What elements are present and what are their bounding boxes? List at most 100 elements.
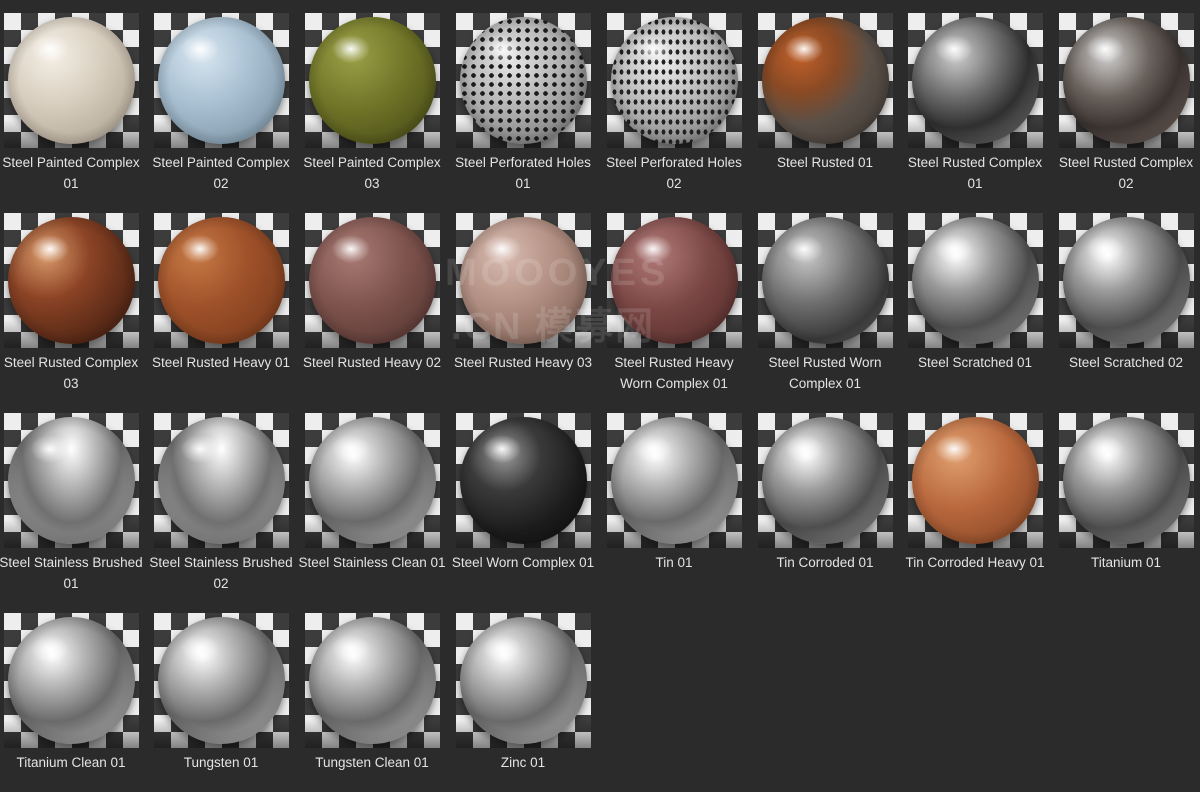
material-tile[interactable]: Zinc 01	[452, 600, 602, 792]
material-thumbnail[interactable]	[4, 413, 139, 548]
material-thumbnail[interactable]	[1059, 413, 1194, 548]
material-tile[interactable]: Steel Stainless Clean 01	[298, 400, 451, 600]
material-name-label: Steel Rusted Complex 02	[1058, 155, 1194, 191]
material-name-label: Titanium 01	[1090, 555, 1162, 570]
material-sphere-preview	[460, 417, 587, 544]
material-thumbnail[interactable]	[305, 413, 440, 548]
material-tile[interactable]: Steel Rusted Worn Complex 01	[754, 200, 904, 400]
material-tile[interactable]: Steel Rusted Complex 01	[904, 0, 1054, 200]
material-thumbnail[interactable]	[4, 213, 139, 348]
material-thumbnail[interactable]	[908, 213, 1043, 348]
material-sphere-preview	[158, 617, 285, 744]
material-name-label: Tin Corroded 01	[776, 555, 874, 570]
material-tile[interactable]: Steel Perforated Holes 01	[452, 0, 602, 200]
material-sphere-preview	[309, 617, 436, 744]
material-thumbnail[interactable]	[758, 13, 893, 148]
material-sphere-preview	[8, 17, 135, 144]
material-thumbnail[interactable]	[758, 213, 893, 348]
material-sphere-preview	[1063, 417, 1190, 544]
material-tile[interactable]: Steel Painted Complex 03	[301, 0, 451, 200]
material-tile[interactable]: Tungsten 01	[150, 600, 300, 792]
material-thumbnail[interactable]	[305, 213, 440, 348]
material-sphere-preview	[460, 17, 587, 144]
material-tile[interactable]: Steel Rusted Heavy 02	[301, 200, 451, 400]
material-thumbnail[interactable]	[1059, 213, 1194, 348]
material-sphere-preview	[611, 217, 738, 344]
material-tile[interactable]: Steel Rusted Complex 03	[0, 200, 150, 400]
material-thumbnail[interactable]	[758, 413, 893, 548]
material-sphere-preview	[8, 217, 135, 344]
material-name-label: Steel Rusted Heavy 03	[453, 355, 593, 370]
material-thumbnail[interactable]	[607, 213, 742, 348]
material-name-label: Steel Worn Complex 01	[451, 555, 595, 570]
material-tile[interactable]: Steel Stainless Brushed 01	[0, 400, 150, 600]
material-tile[interactable]: Steel Scratched 02	[1055, 200, 1200, 400]
material-thumbnail[interactable]	[456, 613, 591, 748]
material-name-label: Titanium Clean 01	[16, 755, 126, 770]
material-name-label: Steel Painted Complex 02	[152, 155, 290, 191]
material-thumbnail[interactable]	[4, 613, 139, 748]
material-tile[interactable]: Steel Perforated Holes 02	[603, 0, 753, 200]
material-name-label: Zinc 01	[500, 755, 546, 770]
material-sphere-preview	[158, 217, 285, 344]
material-name-label: Steel Rusted Complex 01	[907, 155, 1043, 191]
material-sphere-preview	[8, 417, 135, 544]
material-name-label: Tin Corroded Heavy 01	[905, 555, 1045, 570]
material-tile[interactable]: Tin Corroded 01	[754, 400, 904, 600]
material-sphere-preview	[8, 617, 135, 744]
material-tile[interactable]: Titanium 01	[1055, 400, 1200, 600]
material-thumbnail[interactable]	[4, 13, 139, 148]
material-thumbnail[interactable]	[908, 413, 1043, 548]
material-tile[interactable]: Steel Rusted Heavy Worn Complex 01	[603, 200, 753, 400]
material-sphere-preview	[912, 17, 1039, 144]
material-thumbnail[interactable]	[154, 613, 289, 748]
material-tile[interactable]: Steel Rusted Heavy 01	[150, 200, 300, 400]
material-tile[interactable]: Tungsten Clean 01	[301, 600, 451, 792]
material-tile[interactable]: Tin 01	[603, 400, 753, 600]
material-name-label: Steel Stainless Brushed 01	[0, 555, 143, 591]
material-tile[interactable]: Tin Corroded Heavy 01	[904, 400, 1054, 600]
material-name-label: Steel Stainless Brushed 02	[149, 555, 293, 591]
material-name-label: Steel Rusted Worn Complex 01	[768, 355, 882, 391]
material-sphere-preview	[611, 417, 738, 544]
material-tile[interactable]: Steel Stainless Brushed 02	[149, 400, 300, 600]
material-sphere-preview	[1063, 17, 1190, 144]
material-sphere-preview	[762, 417, 889, 544]
material-thumbnail[interactable]	[456, 413, 591, 548]
material-sphere-preview	[912, 417, 1039, 544]
material-thumbnail[interactable]	[456, 13, 591, 148]
material-tile[interactable]: Steel Rusted Complex 02	[1055, 0, 1200, 200]
material-thumbnail[interactable]	[607, 13, 742, 148]
material-tile[interactable]: Steel Rusted Heavy 03	[452, 200, 602, 400]
material-name-label: Steel Perforated Holes 01	[455, 155, 591, 191]
material-sphere-preview	[309, 417, 436, 544]
material-thumbnail[interactable]	[456, 213, 591, 348]
material-thumbnail[interactable]	[908, 13, 1043, 148]
material-tile[interactable]: Steel Painted Complex 02	[150, 0, 300, 200]
material-tile[interactable]: Steel Worn Complex 01	[452, 400, 602, 600]
material-thumbnail[interactable]	[607, 413, 742, 548]
material-thumbnail[interactable]	[305, 613, 440, 748]
material-tile[interactable]: Titanium Clean 01	[0, 600, 150, 792]
material-thumbnail[interactable]	[305, 13, 440, 148]
material-tile[interactable]: Steel Scratched 01	[904, 200, 1054, 400]
material-tile[interactable]: Steel Rusted 01	[754, 0, 904, 200]
material-sphere-preview	[309, 217, 436, 344]
material-sphere-preview	[460, 617, 587, 744]
material-name-label: Tungsten 01	[183, 755, 259, 770]
material-thumbnail[interactable]	[1059, 13, 1194, 148]
material-sphere-preview	[309, 17, 436, 144]
material-thumbnail[interactable]	[154, 13, 289, 148]
material-name-label: Tin 01	[655, 555, 693, 570]
material-name-label: Steel Rusted Heavy Worn Complex 01	[614, 355, 734, 391]
material-name-label: Steel Scratched 02	[1068, 355, 1184, 370]
material-name-label: Steel Rusted Heavy 02	[302, 355, 442, 370]
material-name-label: Steel Rusted Heavy 01	[151, 355, 291, 370]
material-name-label: Steel Rusted Complex 03	[3, 355, 139, 391]
material-sphere-preview	[1063, 217, 1190, 344]
material-name-label: Steel Scratched 01	[917, 355, 1033, 370]
material-tile[interactable]: Steel Painted Complex 01	[0, 0, 150, 200]
material-name-label: Tungsten Clean 01	[315, 755, 429, 770]
material-thumbnail[interactable]	[154, 413, 289, 548]
material-thumbnail[interactable]	[154, 213, 289, 348]
